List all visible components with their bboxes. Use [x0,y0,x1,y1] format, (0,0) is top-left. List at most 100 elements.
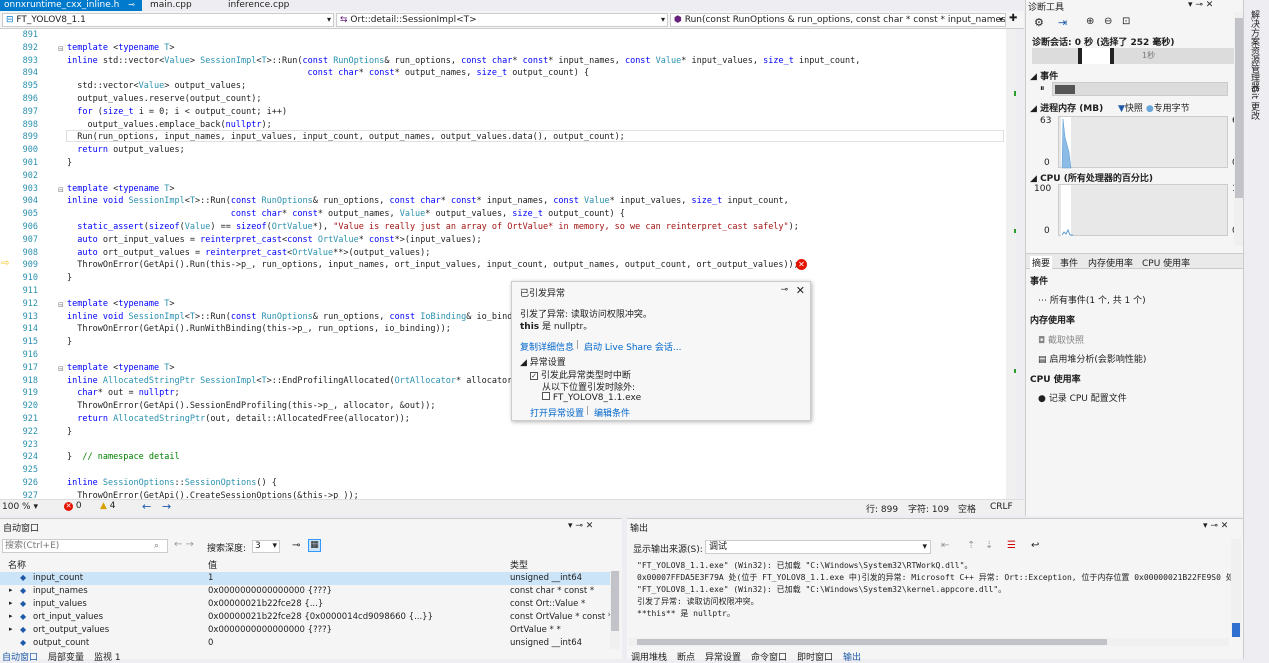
forward-arrow-icon[interactable]: → [162,500,171,513]
next-message-icon[interactable]: ⇣ [985,540,993,551]
diag-toolbar: ⚙ ⇥ ⊕ ⊖ ⊡ [1028,14,1242,32]
memory-plot [1061,118,1072,169]
tab-main-cpp[interactable]: main.cpp [146,0,221,11]
line-number: 927 [22,490,38,499]
tab-memory-usage[interactable]: 内存使用率 [1088,256,1133,269]
tab-exception-settings[interactable]: 异常设置 [705,650,741,663]
collapse-icon[interactable]: ⊟ [58,186,64,194]
tab-breakpoints[interactable]: 断点 [677,650,695,663]
memory-section-header[interactable]: ◢ 进程内存 (MB) [1030,101,1103,114]
heap-profiling-button[interactable]: ▤ 启用堆分析(会影响性能) [1038,352,1146,365]
tab-output[interactable]: 输出 [843,650,861,663]
editor-vertical-scrollbar[interactable] [1006,29,1016,499]
zoom-level[interactable]: 100 % ▾ [2,502,38,512]
back-arrow-icon[interactable]: ← [142,500,151,513]
start-liveshare-link[interactable]: 启动 Live Share 会话... [584,340,682,353]
solution-explorer-tab[interactable]: 解决方案资源管理器 [1248,10,1261,91]
pin-icon[interactable]: ⊸ [780,285,788,295]
collapse-icon[interactable]: ⊟ [58,301,64,309]
all-events-link[interactable]: ⋯ 所有事件(1 个, 共 1 个) [1038,293,1146,306]
take-snapshot-button[interactable]: ◘ 截取快照 [1038,333,1084,346]
project-dropdown[interactable]: ⊟ FT_YOLOV8_1.1 ▾ [2,13,334,27]
autos-row[interactable]: ◆ output_count 0 unsigned __int64 [0,637,610,650]
scrollbar-thumb[interactable] [1232,623,1240,637]
panel-window-controls[interactable]: ▾ ⊸ ✕ [1188,0,1213,10]
edit-conditions-link[interactable]: 编辑条件 [594,406,630,419]
autos-row[interactable]: ◆ input_count 1 unsigned __int64 [0,572,610,585]
reset-zoom-icon[interactable]: ⊡ [1122,16,1130,27]
autos-scrollbar[interactable] [610,571,620,649]
tab-locals[interactable]: 局部变量 [48,650,84,663]
expand-icon[interactable]: ▸ [9,586,13,594]
split-view-icon[interactable]: ✚ [1009,13,1017,24]
pause-icon[interactable]: ⏸ [1040,84,1045,94]
cpu-section-header[interactable]: ◢ CPU (所有处理器的百分比) [1030,171,1153,184]
autos-row[interactable]: ▸ ◆ ort_input_values 0x00000021b22fce28 {0x… [0,611,612,624]
tab-events[interactable]: 事件 [1060,256,1078,269]
scrollbar-thumb[interactable] [637,639,1107,645]
output-source-dropdown[interactable]: 调试 ▾ [705,540,931,554]
tab-autos[interactable]: 自动窗口 [2,650,38,663]
output-vertical-scrollbar[interactable] [1231,539,1241,637]
events-section-header[interactable]: ◢ 事件 [1030,69,1058,82]
column-header-name[interactable]: 名称 [8,558,26,571]
collapse-icon[interactable]: ⊟ [58,365,64,373]
output-horizontal-scrollbar[interactable] [629,638,1229,646]
expand-icon[interactable]: ▸ [9,612,13,620]
tab-cpu-usage[interactable]: CPU 使用率 [1142,256,1190,269]
pane-window-controls[interactable]: ▾ ⊸ ✕ [1203,521,1228,531]
scrollbar-thumb[interactable] [1235,18,1243,198]
line-ending-indicator[interactable]: CRLF [990,502,1013,512]
view-options-icon[interactable]: ▦ [308,539,321,552]
tab-immediate-window[interactable]: 即时窗口 [797,650,833,663]
prev-message-icon[interactable]: ⇡ [967,540,975,551]
collapse-icon[interactable]: ⊟ [58,45,64,53]
expand-icon[interactable]: ▸ [9,599,13,607]
autos-search-input[interactable]: 搜索(Ctrl+E) ⌕ [2,539,168,553]
change-marker [1014,369,1016,373]
find-message-icon[interactable]: ⇤ [941,540,949,551]
close-icon[interactable]: ✕ [796,284,805,297]
exception-settings-header[interactable]: ◢ 异常设置 [520,355,566,368]
scope-dropdown[interactable]: ⇆ Ort::detail::SessionImpl<T> ▾ [336,13,668,27]
git-changes-tab[interactable]: Git 更改 [1248,86,1261,120]
scrollbar-thumb[interactable] [611,571,619,631]
pane-window-controls[interactable]: ▾ ⊸ ✕ [568,521,593,531]
warning-count[interactable]: ▲ 4 [100,501,116,511]
word-wrap-icon[interactable]: ↩ [1031,540,1039,551]
record-cpu-button[interactable]: ● 记录 CPU 配置文件 [1038,391,1127,404]
code-editor[interactable]: 891 892 893 894 895 896 897 898 899 900 901 902 903 9… [0,29,1016,499]
zoom-in-icon[interactable]: ⊕ [1086,16,1094,27]
error-icon[interactable]: ✕ [796,259,807,270]
tab-command-window[interactable]: 命令窗口 [751,650,787,663]
tab-summary[interactable]: 摘要 [1030,256,1053,269]
column-header-value[interactable]: 值 [208,558,217,571]
whitespace-indicator[interactable]: 空格 [958,502,976,515]
error-count[interactable]: ✕ 0 [64,501,82,511]
search-back-arrow-icon[interactable]: ← → [174,539,194,550]
autos-row[interactable]: ▸ ◆ input_values 0x00000021b22fce28 {...} co… [0,598,610,611]
open-exception-settings-link[interactable]: 打开异常设置 [530,406,584,419]
pin-icon[interactable]: ⊸ [128,0,135,9]
autos-row[interactable]: ▸ ◆ ort_output_values 0x0000000000000000 {?… [0,624,610,637]
timeline-ruler[interactable]: 1秒 [1032,48,1236,64]
autos-row[interactable]: ▸ ◆ input_names 0x0000000000000000 {???} con… [0,585,610,598]
gear-icon[interactable]: ⚙ [1034,16,1044,29]
member-dropdown[interactable]: ⬢ Run(const RunOptions & run_options, co… [670,13,1006,27]
tab-onnxruntime-cxx-inline[interactable]: onnxruntime_cxx_inline.h ⊸ × [0,0,142,11]
copy-details-link[interactable]: 复制详细信息 [520,340,574,353]
column-header-type[interactable]: 类型 [510,558,528,571]
exception-detail-subject: this [520,322,540,332]
memory-graph[interactable] [1058,116,1228,169]
tab-call-stack[interactable]: 调用堆栈 [631,650,667,663]
export-icon[interactable]: ⇥ [1058,16,1067,29]
tab-inference-cpp[interactable]: inference.cpp [224,0,304,11]
expand-icon[interactable]: ▸ [9,625,13,633]
clear-all-icon[interactable]: ☰ [1007,540,1016,551]
search-depth-dropdown[interactable]: 3 ▾ [252,540,280,553]
zoom-out-icon[interactable]: ⊖ [1104,16,1112,27]
cpu-graph[interactable] [1058,184,1228,236]
pin-column-icon[interactable]: ⊸ [292,540,300,551]
tab-watch-1[interactable]: 监视 1 [94,650,121,663]
exclude-exe-checkbox[interactable]: FT_YOLOV8_1.1.exe [542,392,641,403]
